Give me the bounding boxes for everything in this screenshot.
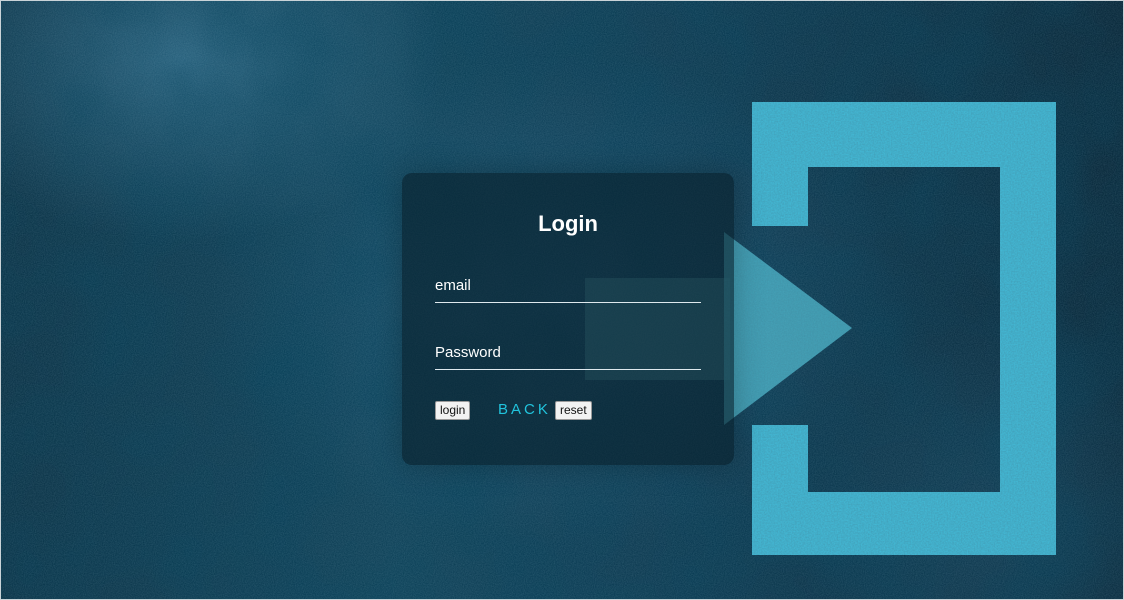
- login-form: Login login BACK reset: [402, 173, 734, 465]
- reset-button[interactable]: reset: [555, 401, 592, 420]
- login-title: Login: [538, 211, 598, 236]
- arrow-head-shape: [724, 232, 852, 425]
- password-input[interactable]: [435, 339, 701, 370]
- email-input[interactable]: [435, 272, 701, 303]
- back-link[interactable]: BACK: [498, 401, 551, 418]
- door-frame-shape: [752, 102, 1056, 555]
- login-page: Login login BACK reset: [0, 0, 1124, 600]
- login-button[interactable]: login: [435, 401, 471, 420]
